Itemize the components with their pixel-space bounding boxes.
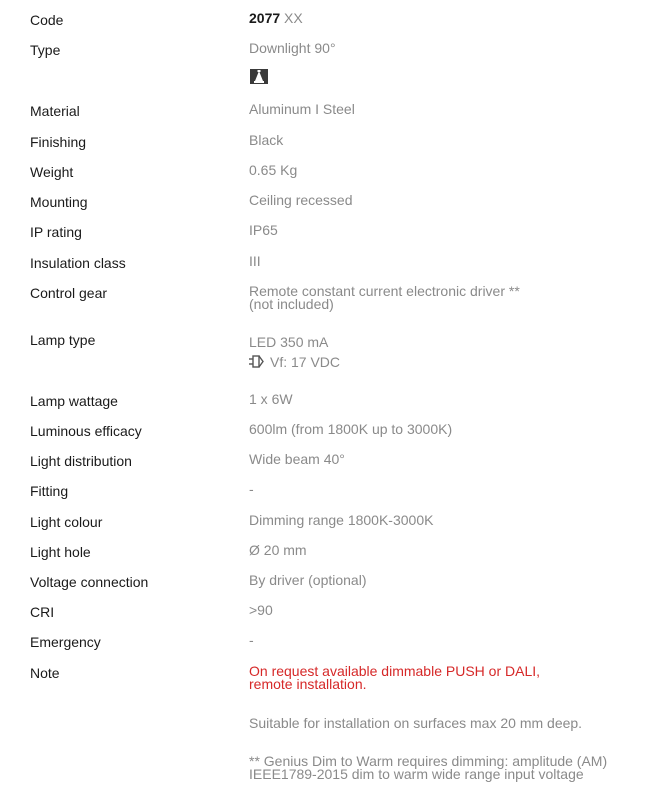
spec-value-weight: 0.65 Kg [249,162,298,178]
note-dim-warm-text: ** Genius Dim to Warm requires dimming: … [249,754,659,782]
spec-value-fitting: - [249,481,254,497]
spec-value-control-gear: Remote constant current electronic drive… [249,284,659,312]
spec-value-mounting: Ceiling recessed [249,192,353,208]
spec-value-lamp-type: LED 350 mA Vf: 17 VDC [249,332,659,372]
spec-label-lamp-type: Lamp type [30,332,96,348]
spec-label-weight: Weight [30,164,74,180]
spec-label-finishing: Finishing [30,134,87,150]
spec-value-light-hole: Ø 20 mm [249,542,307,558]
spec-value-lamp-wattage: 1 x 6W [249,391,293,407]
spec-label-lamp-wattage: Lamp wattage [30,393,118,409]
spec-value-voltage-connection: By driver (optional) [249,572,367,588]
spec-label-fitting: Fitting [30,483,69,499]
spec-label-mounting: Mounting [30,194,88,210]
spec-value-luminous-efficacy: 600lm (from 1800K up to 3000K) [249,421,453,437]
spec-value-light-distribution: Wide beam 40° [249,451,345,467]
lamp-type-line1: LED 350 mA [249,334,329,350]
lamp-type-line2: Vf: 17 VDC [270,354,341,370]
note-surface-text: Suitable for installation on surfaces ma… [249,715,583,731]
spec-value-insulation-class: III [249,253,261,269]
note-red-line2: remote installation. [249,676,367,692]
spec-label-luminous-efficacy: Luminous efficacy [30,423,142,439]
spec-label-ip-rating: IP rating [30,224,82,240]
spec-label-cri: CRI [30,604,55,620]
product-code: 2077 [249,10,281,26]
spec-value-finishing: Black [249,132,284,148]
spec-label-light-hole: Light hole [30,544,91,560]
downlight-icon [250,69,268,84]
spec-value-cri: >90 [249,602,273,618]
note-highlight: On request available dimmable PUSH or DA… [249,664,659,692]
spec-value-ip-rating: IP65 [249,222,278,238]
spec-label-material: Material [30,103,80,119]
product-code-suffix: XX [284,10,303,26]
note-dim-line2: IEEE1789-2015 dim to warm wide range inp… [249,766,584,782]
control-gear-line2: (not included) [249,296,334,312]
spec-value-material: Aluminum I Steel [249,101,355,117]
spec-label-code: Code [30,12,64,28]
spec-label-emergency: Emergency [30,634,101,650]
spec-label-insulation-class: Insulation class [30,255,126,271]
spec-value-type: Downlight 90° [249,40,336,56]
spec-label-light-colour: Light colour [30,514,103,530]
spec-value-code: 2077 XX [249,10,659,26]
spec-label-type: Type [30,42,61,58]
spec-label-light-distribution: Light distribution [30,453,132,469]
spec-label-voltage-connection: Voltage connection [30,574,149,590]
spec-value-light-colour: Dimming range 1800K-3000K [249,512,434,528]
spec-label-control-gear: Control gear [30,285,108,301]
spec-label-note: Note [30,665,60,681]
spec-value-emergency: - [249,632,254,648]
driver-plug-icon [249,353,267,368]
